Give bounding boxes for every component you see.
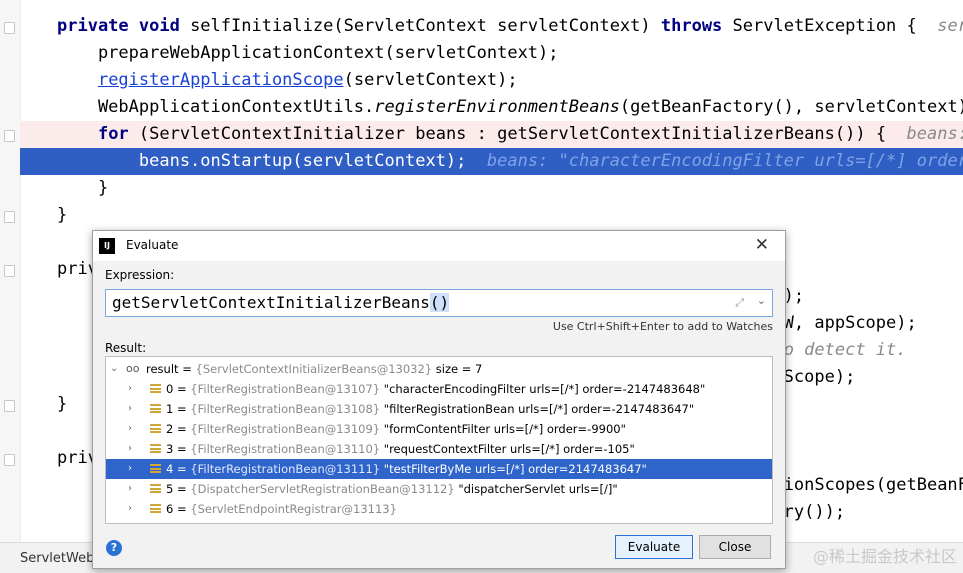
expand-icon[interactable]: ⤢ (735, 296, 744, 310)
code-token: servletContext: (937, 16, 963, 36)
dialog-titlebar[interactable]: IJ Evaluate ✕ (93, 231, 785, 261)
field-icon (150, 424, 161, 433)
code-token: o detect it. (783, 340, 907, 360)
fold-icon[interactable] (4, 265, 15, 277)
code-token: beans: "characterEncodingFilter urls=[/*… (486, 151, 963, 171)
close-button[interactable]: Close (699, 535, 771, 559)
tree-row[interactable]: › 2 = {FilterRegistrationBean@13109} "for… (106, 419, 772, 439)
tree-row-text: 3 = {FilterRegistrationBean@13110} "requ… (166, 442, 635, 456)
tree-row[interactable]: › 5 = {DispatcherServletRegistrationBean@… (106, 479, 772, 499)
chevron-down-icon[interactable]: ⌄ (757, 294, 766, 307)
code-token: (getBeanFactory(), servletContext); (619, 97, 963, 117)
close-icon[interactable]: ✕ (755, 235, 769, 255)
expression-label: Expression: (105, 268, 175, 282)
code-line[interactable]: WebApplicationContextUtils.registerEnvir… (20, 94, 963, 121)
help-icon[interactable]: ? (106, 540, 122, 556)
code-token: } (57, 205, 68, 225)
fold-icon[interactable] (4, 400, 15, 412)
code-token: registerEnvironmentBeans (374, 97, 620, 117)
code-token: for (97, 124, 139, 144)
tree-row[interactable]: › 1 = {FilterRegistrationBean@13108} "fil… (106, 399, 772, 419)
dialog-title: Evaluate (126, 238, 179, 252)
expression-input[interactable]: getServletContextInitializerBeans() ⤢ ⌄ (105, 289, 773, 317)
intellij-icon: IJ (99, 238, 115, 254)
code-token: (ServletContextInitializer beans : getSe… (138, 124, 907, 144)
chevron-right-icon[interactable]: › (128, 379, 132, 399)
code-line[interactable]: for (ServletContextInitializer beans : g… (20, 121, 963, 148)
evaluate-dialog: IJ Evaluate ✕ Expression: getServletCont… (92, 230, 786, 569)
code-token: registerApplicationScope (97, 70, 344, 90)
code-line[interactable]: } (20, 202, 963, 229)
tree-row-text: 2 = {FilterRegistrationBean@13109} "form… (166, 422, 626, 436)
tree-root-row[interactable]: ⌄ oo result = {ServletContextInitializer… (106, 359, 772, 379)
code-token: beans.onStartup(servletContext); (57, 151, 487, 171)
tree-row[interactable]: › 4 = {FilterRegistrationBean@13111} "tes… (106, 459, 772, 479)
code-token: } (57, 178, 109, 198)
watermark: @稀土掘金技术社区 (812, 547, 957, 566)
tree-row-text: 4 = {FilterRegistrationBean@13111} "test… (166, 462, 647, 476)
watches-hint: Use Ctrl+Shift+Enter to add to Watches (552, 320, 773, 333)
chevron-right-icon[interactable]: › (128, 499, 132, 519)
code-line[interactable]: prepareWebApplicationContext(servletCont… (20, 40, 963, 67)
chevron-down-icon[interactable]: ⌄ (110, 359, 118, 379)
expression-text: getServletContextInitializerBeans() (112, 293, 450, 312)
chevron-right-icon[interactable]: › (128, 439, 132, 459)
tree-row[interactable]: › 3 = {FilterRegistrationBean@13110} "req… (106, 439, 772, 459)
code-token: (servletContext); (343, 70, 518, 90)
tree-root-text: result = {ServletContextInitializerBeans… (146, 362, 483, 376)
code-line[interactable]: beans.onStartup(servletContext); beans: … (20, 148, 963, 175)
code-token: prepareWebApplicationContext(servletCont… (57, 43, 559, 63)
breadcrumb[interactable]: ServletWebS (20, 551, 103, 566)
fold-icon[interactable] (4, 130, 15, 142)
code-token: WebApplicationContextUtils. (57, 97, 375, 117)
field-icon (150, 484, 161, 493)
code-token: selfInitialize(ServletContext servletCon… (190, 16, 661, 36)
code-token: ServletException { (732, 16, 938, 36)
object-icon: oo (126, 362, 140, 375)
field-icon (150, 464, 161, 473)
code-token: throws (660, 16, 733, 36)
result-label: Result: (105, 341, 147, 355)
code-token: } (57, 394, 68, 414)
result-tree[interactable]: ⌄ oo result = {ServletContextInitializer… (105, 356, 773, 524)
field-icon (150, 384, 161, 393)
code-line[interactable]: registerApplicationScope(servletContext)… (20, 67, 963, 94)
tree-row[interactable]: › 0 = {FilterRegistrationBean@13107} "cha… (106, 379, 772, 399)
code-line[interactable]: } (20, 175, 963, 202)
tree-row-text: 0 = {FilterRegistrationBean@13107} "char… (166, 382, 706, 396)
field-icon (150, 504, 161, 513)
chevron-right-icon[interactable]: › (128, 479, 132, 499)
code-token: beans: " (906, 124, 963, 144)
code-line[interactable]: private void selfInitialize(ServletConte… (20, 13, 963, 40)
tree-row[interactable]: › 6 = {ServletEndpointRegistrar@13113} (106, 499, 772, 519)
evaluate-button[interactable]: Evaluate (615, 535, 693, 559)
fold-icon[interactable] (4, 211, 15, 223)
editor-gutter (0, 0, 21, 573)
fold-icon[interactable] (4, 454, 15, 466)
tree-row-text: 5 = {DispatcherServletRegistrationBean@1… (166, 482, 618, 496)
fold-icon[interactable] (4, 22, 15, 34)
chevron-right-icon[interactable]: › (128, 399, 132, 419)
code-token: private void (57, 16, 191, 36)
field-icon (150, 404, 161, 413)
field-icon (150, 444, 161, 453)
tree-row-text: 1 = {FilterRegistrationBean@13108} "filt… (166, 402, 695, 416)
chevron-right-icon[interactable]: › (128, 419, 132, 439)
tree-row-text: 6 = {ServletEndpointRegistrar@13113} (166, 502, 397, 516)
chevron-right-icon[interactable]: › (128, 459, 132, 479)
